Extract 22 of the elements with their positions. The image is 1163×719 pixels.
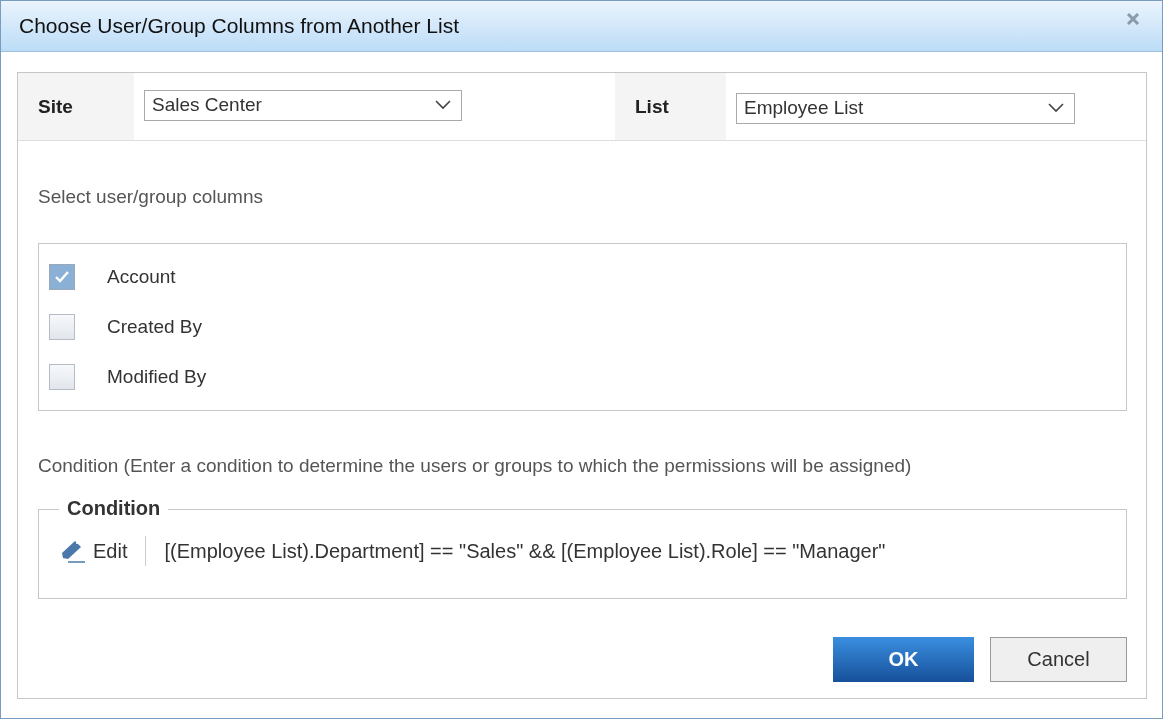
condition-expression: [(Employee List).Department] == "Sales" && [(Employee List).Role] == "Manager" [164, 539, 886, 563]
checkbox-label: Modified By [107, 366, 207, 388]
close-icon[interactable] [1126, 13, 1140, 25]
checkbox-label: Account [107, 266, 176, 288]
caret-icon [1048, 103, 1064, 113]
cancel-button[interactable]: Cancel [990, 637, 1127, 682]
list-label: List [615, 73, 726, 140]
checkbox[interactable] [49, 264, 75, 290]
list-dropdown[interactable]: Employee List [736, 92, 1075, 124]
window-title: Choose User/Group Columns from Another List [19, 14, 460, 38]
ok-button[interactable]: OK [833, 637, 974, 682]
site-dropdown[interactable]: Sales Center [144, 89, 462, 121]
caret-icon [435, 100, 451, 110]
section-heading: Select user/group columns [38, 186, 264, 208]
site-label: Site [18, 73, 134, 140]
checkbox-label: Created By [107, 316, 203, 338]
checkbox[interactable] [49, 364, 75, 390]
checkmark-icon [53, 269, 71, 285]
checkbox[interactable] [49, 314, 75, 340]
edit-button[interactable]: Edit [59, 538, 128, 564]
condition-hint: Condition (Enter a condition to determine the users or groups to which the permissions will be assigned) [38, 455, 913, 477]
pencil-icon [59, 538, 87, 564]
